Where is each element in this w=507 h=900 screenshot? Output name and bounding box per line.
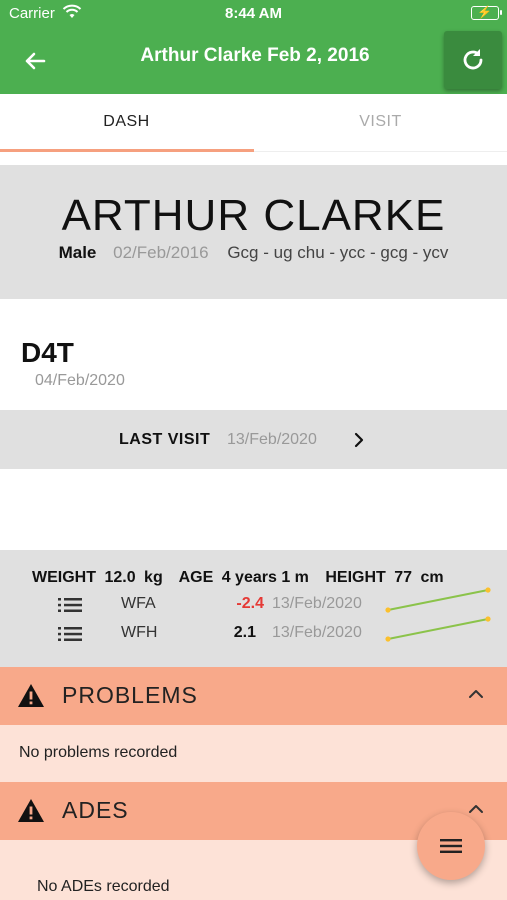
clock: 8:44 AM — [225, 5, 282, 22]
problems-title: PROBLEMS — [62, 682, 198, 708]
patient-meta: Male 02/Feb/2016 Gcg - ug chu - ycc - gc… — [0, 243, 507, 263]
warning-icon — [17, 683, 45, 714]
chevron-right-icon — [352, 432, 366, 453]
weight-unit: kg — [144, 569, 163, 586]
refresh-icon — [463, 49, 483, 70]
refresh-button[interactable] — [444, 31, 502, 89]
last-visit-label: LAST VISIT — [119, 431, 211, 448]
problems-header[interactable]: PROBLEMS — [0, 667, 507, 725]
encounter-date: 04/Feb/2020 — [35, 372, 125, 389]
height-label: HEIGHT — [325, 569, 386, 586]
sparkline — [385, 616, 491, 642]
battery-charging-icon: ⚡ — [471, 5, 502, 20]
growth-zscore: -2.4 — [236, 595, 264, 612]
chevron-up-icon[interactable] — [467, 687, 485, 706]
growth-row-wfh: WFH 2.1 13/Feb/2020 — [0, 616, 507, 647]
last-visit-row[interactable]: LAST VISIT 13/Feb/2020 — [0, 410, 507, 469]
growth-panel: WEIGHT 12.0 kg AGE 4 years 1 m HEIGHT 77… — [0, 550, 507, 667]
last-visit-date: 13/Feb/2020 — [227, 431, 317, 448]
growth-metric: WFH — [121, 624, 158, 641]
patient-dob: 02/Feb/2016 — [113, 243, 209, 262]
tab-visit[interactable]: VISIT — [254, 94, 507, 150]
ades-title: ADES — [62, 797, 129, 823]
menu-fab[interactable] — [417, 812, 485, 880]
encounter-title: D4T — [21, 337, 74, 368]
warning-icon — [17, 798, 45, 829]
age-label: AGE — [178, 569, 214, 586]
status-bar: Carrier 8:44 AM ⚡ — [0, 0, 507, 28]
growth-zscore: 2.1 — [233, 624, 256, 641]
list-icon[interactable] — [58, 626, 82, 647]
patient-name: ARTHUR CLARKE — [61, 191, 446, 240]
tab-bar: DASH VISIT — [0, 94, 507, 152]
weight-value: 12.0 — [104, 569, 136, 586]
weight-label: WEIGHT — [32, 569, 96, 586]
patient-code: Gcg - ug chu - ycc - gcg - ycv — [227, 243, 449, 262]
tab-indicator — [0, 149, 254, 152]
patient-header: ARTHUR CLARKE Male 02/Feb/2016 Gcg - ug … — [0, 165, 507, 299]
problems-body: No problems recorded — [0, 725, 507, 782]
app-bar: Arthur Clarke Feb 2, 2016 — [0, 28, 507, 94]
sparkline — [385, 587, 491, 613]
age-value: 4 years 1 m — [221, 569, 309, 586]
growth-date: 13/Feb/2020 — [272, 624, 362, 641]
arrow-left-icon[interactable] — [20, 46, 50, 76]
ades-empty-text: No ADEs recorded — [37, 878, 170, 895]
growth-metric: WFA — [121, 595, 156, 612]
growth-date: 13/Feb/2020 — [272, 595, 362, 612]
height-unit: cm — [420, 569, 444, 586]
height-value: 77 — [394, 569, 413, 586]
list-icon[interactable] — [58, 597, 82, 618]
app-title: Arthur Clarke Feb 2, 2016 — [140, 45, 370, 66]
tab-dash[interactable]: DASH — [0, 94, 253, 150]
menu-icon — [440, 839, 462, 853]
problems-empty-text: No problems recorded — [19, 744, 178, 761]
growth-summary: WEIGHT 12.0 kg AGE 4 years 1 m HEIGHT 77… — [32, 569, 448, 587]
patient-sex: Male — [58, 243, 97, 262]
